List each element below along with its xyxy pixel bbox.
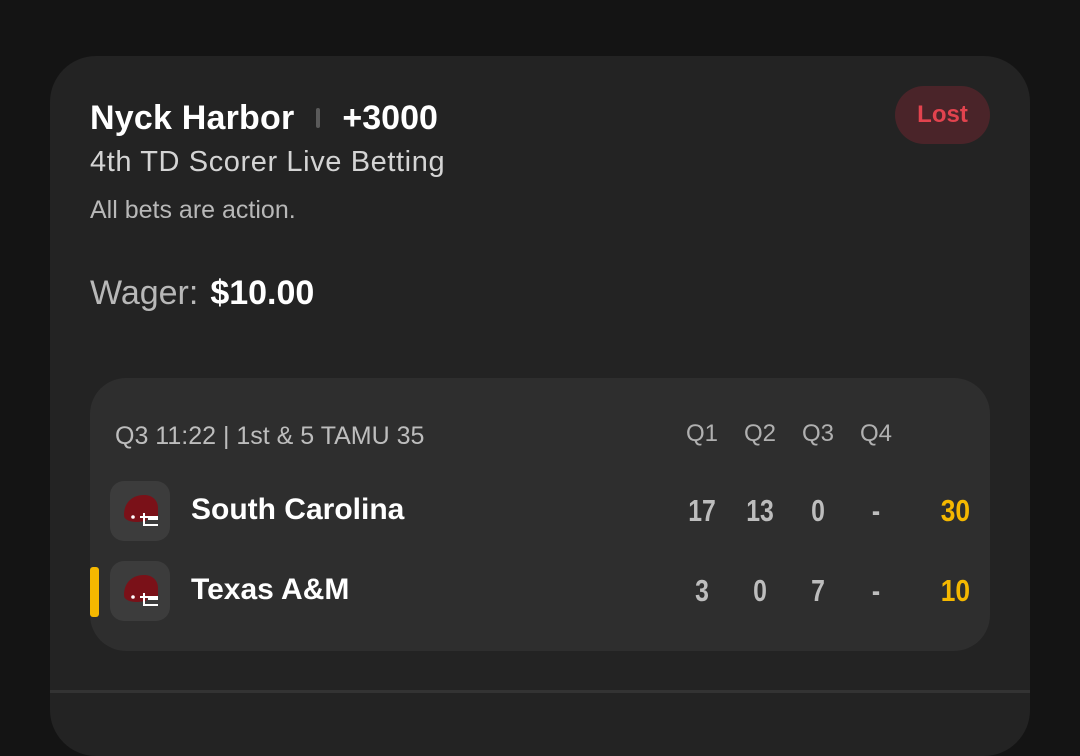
score-total: 10 — [940, 573, 970, 608]
score-total: 30 — [940, 493, 970, 528]
score-q2: 0 — [753, 573, 767, 608]
selection-name: Nyck Harbor — [90, 98, 295, 137]
team-row-texas-am: Texas A&M 3 0 7 - 10 — [90, 561, 990, 623]
team-row-south-carolina: South Carolina 17 13 0 - 30 — [90, 481, 990, 543]
quarter-header-q1: Q1 — [685, 420, 718, 447]
score-q1: 3 — [695, 573, 709, 608]
wager-label: Wager: — [90, 274, 199, 312]
bet-odds: +3000 — [342, 98, 438, 137]
team-name: Texas A&M — [191, 573, 350, 606]
status-badge: Lost — [895, 86, 990, 144]
wager-amount: $10.00 — [210, 274, 315, 312]
score-q4: - — [871, 573, 881, 608]
team-name: South Carolina — [191, 493, 405, 526]
quarter-header-q4: Q4 — [859, 420, 892, 447]
quarter-header-q2: Q2 — [743, 420, 776, 447]
card-divider — [50, 690, 1030, 693]
bet-card[interactable]: Nyck Harbor +3000 4th TD Scorer Live Bet… — [50, 56, 1030, 756]
score-q3: 7 — [811, 573, 825, 608]
score-q3: 0 — [811, 493, 825, 528]
score-q1: 17 — [688, 493, 716, 528]
bet-title-row: Nyck Harbor +3000 — [90, 98, 438, 138]
bet-note: All bets are action. — [90, 196, 296, 224]
football-helmet-icon — [124, 575, 158, 606]
quarter-header-q3: Q3 — [801, 420, 834, 447]
football-helmet-icon — [124, 495, 158, 526]
game-status: Q3 11:22 | 1st & 5 TAMU 35 — [115, 422, 425, 450]
scoreboard[interactable]: Q3 11:22 | 1st & 5 TAMU 35 Q1 Q2 Q3 Q4 S… — [90, 378, 990, 651]
score-q2: 13 — [746, 493, 774, 528]
title-separator — [316, 108, 321, 128]
score-q4: - — [871, 493, 881, 528]
team-logo — [110, 561, 170, 621]
team-logo — [110, 481, 170, 541]
possession-indicator — [90, 567, 99, 617]
market-name: 4th TD Scorer Live Betting — [90, 146, 446, 178]
wager: Wager: $10.00 — [90, 274, 314, 313]
